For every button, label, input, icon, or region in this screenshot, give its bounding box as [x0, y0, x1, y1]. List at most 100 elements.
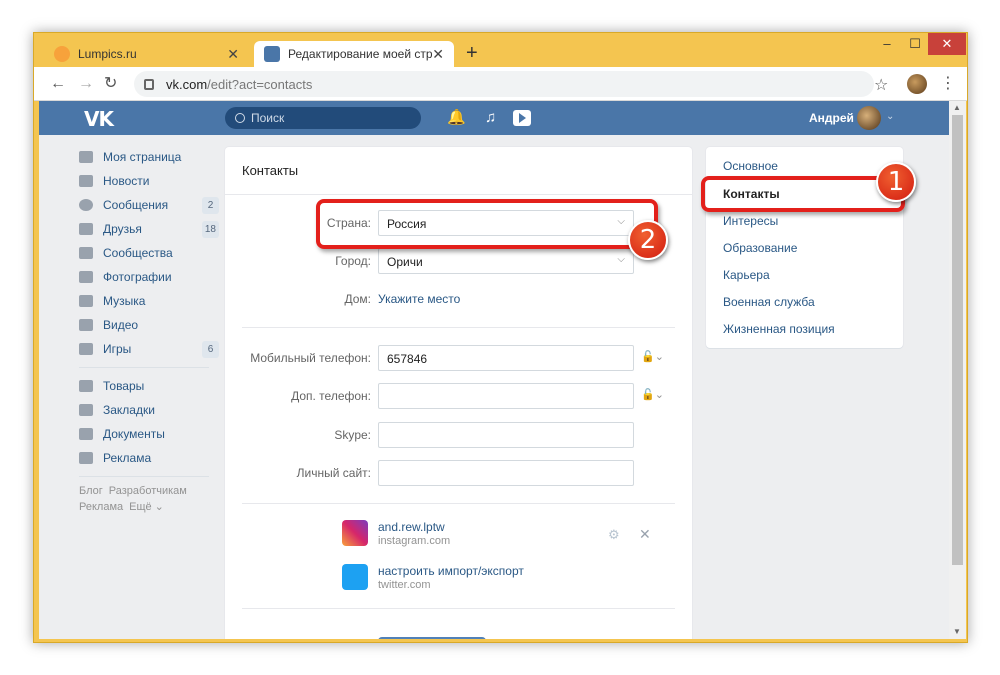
menu-item-education[interactable]: Образование	[723, 241, 797, 255]
city-select[interactable]: Оричи ⌵	[378, 248, 634, 274]
highlight-contacts	[701, 176, 905, 212]
sidebar-item-label: Сообщения	[103, 198, 169, 212]
menu-item-life-position[interactable]: Жизненная позиция	[723, 322, 835, 336]
mobile-label: Мобильный телефон:	[250, 351, 371, 365]
extra-phone-row: Доп. телефон: 🔓⌄	[225, 383, 692, 409]
sidebar-item-messages[interactable]: Сообщения 2	[79, 193, 219, 217]
sidebar-item-music[interactable]: Музыка	[79, 289, 219, 313]
count-badge: 18	[201, 221, 219, 238]
save-button[interactable]	[378, 637, 486, 639]
home-link[interactable]: Укажите место	[378, 292, 460, 306]
new-tab-button[interactable]: +	[466, 43, 478, 63]
menu-item-career[interactable]: Карьера	[723, 268, 770, 282]
tab-lumpics[interactable]: Lumpics.ru ✕	[44, 41, 249, 67]
menu-item-main[interactable]: Основное	[723, 159, 778, 173]
sidebar-item-label: Сообщества	[103, 246, 173, 260]
sidebar-item-photos[interactable]: Фотографии	[79, 265, 219, 289]
music-note-icon[interactable]: ♫	[485, 109, 496, 127]
vertical-scrollbar[interactable]: ▲ ▼	[949, 101, 966, 639]
close-tab-icon[interactable]: ✕	[432, 46, 444, 63]
maximize-button[interactable]: ☐	[902, 33, 928, 55]
minimize-button[interactable]: ‒	[874, 33, 900, 55]
privacy-lock-icon[interactable]: 🔓⌄	[641, 350, 664, 363]
scroll-up-icon[interactable]: ▲	[953, 103, 961, 112]
vk-header: VK Поиск 🔔 ♫ Андрей ⌄	[39, 101, 949, 135]
sidebar-item-ads[interactable]: Реклама	[79, 446, 219, 470]
profile-avatar[interactable]	[907, 74, 927, 94]
step-badge-1: 1	[876, 162, 916, 202]
footer-link-developers[interactable]: Разработчикам	[109, 485, 187, 497]
vk-logo[interactable]: VK	[84, 107, 114, 131]
chevron-down-icon: ⌵	[617, 254, 625, 265]
sidebar-item-video[interactable]: Видео	[79, 313, 219, 337]
group-icon	[79, 247, 93, 259]
sidebar-item-games[interactable]: Игры 6	[79, 337, 219, 361]
scroll-down-icon[interactable]: ▼	[953, 627, 961, 636]
sidebar-item-my-page[interactable]: Моя страница	[79, 145, 219, 169]
mobile-phone-field[interactable]: 657846	[378, 345, 634, 371]
mobile-value: 657846	[387, 352, 428, 366]
extra-phone-label: Доп. телефон:	[291, 389, 371, 403]
menu-item-interests[interactable]: Интересы	[723, 214, 778, 228]
notifications-bell-icon[interactable]: 🔔	[447, 109, 466, 127]
home-row: Дом: Укажите место	[225, 286, 692, 312]
site-field[interactable]	[378, 460, 634, 486]
message-icon	[79, 199, 93, 211]
sidebar-item-label: Видео	[103, 318, 139, 332]
menu-item-military[interactable]: Военная служба	[723, 295, 815, 309]
divider	[242, 503, 675, 504]
chevron-down-icon[interactable]: ⌄	[886, 111, 894, 122]
sidebar-item-goods[interactable]: Товары	[79, 374, 219, 398]
sidebar-item-label: Фотографии	[103, 270, 172, 284]
footer-link-more[interactable]: Ещё ⌄	[129, 501, 164, 513]
footer-link-blog[interactable]: Блог	[79, 485, 103, 497]
sidebar-item-label: Товары	[103, 379, 145, 393]
settings-gear-icon[interactable]: ⚙	[608, 527, 620, 543]
instagram-icon	[342, 520, 368, 546]
search-placeholder: Поиск	[251, 111, 285, 125]
twitter-import-link[interactable]: настроить импорт/экспорт	[378, 564, 524, 578]
url-path: /edit?act=contacts	[207, 76, 313, 92]
url-field[interactable]: vk.com /edit?act=contacts	[134, 71, 874, 97]
bookmark-star-icon[interactable]: ☆	[874, 75, 888, 95]
sidebar-item-communities[interactable]: Сообщества	[79, 241, 219, 265]
mobile-row: Мобильный телефон: 657846 🔓⌄	[225, 345, 692, 371]
lumpics-favicon-icon	[54, 46, 70, 62]
divider	[242, 327, 675, 328]
gamepad-icon	[79, 343, 93, 355]
shopping-bag-icon	[79, 380, 93, 392]
sidebar-item-label: Документы	[103, 427, 165, 441]
menu-kebab-icon[interactable]: ⋮	[940, 73, 956, 93]
privacy-lock-icon[interactable]: 🔓⌄	[641, 388, 664, 401]
sidebar-item-label: Новости	[103, 174, 150, 188]
extra-phone-field[interactable]	[378, 383, 634, 409]
back-arrow-icon[interactable]: ←	[50, 74, 66, 94]
close-tab-icon[interactable]: ✕	[227, 46, 239, 63]
twitter-icon	[342, 564, 368, 590]
scroll-thumb[interactable]	[952, 115, 963, 565]
footer-link-ads[interactable]: Реклама	[79, 501, 123, 513]
forward-arrow-icon[interactable]: →	[78, 74, 94, 94]
close-window-button[interactable]: ✕	[928, 33, 966, 55]
instagram-account[interactable]: and.rew.lptw	[378, 520, 445, 534]
sidebar-item-label: Моя страница	[103, 150, 182, 164]
sidebar-item-friends[interactable]: Друзья 18	[79, 217, 219, 241]
sidebar-footer: Блог Разработчикам Реклама Ещё ⌄	[79, 483, 219, 515]
user-avatar[interactable]	[857, 106, 881, 130]
twitter-domain: twitter.com	[378, 579, 431, 591]
count-badge: 2	[202, 197, 219, 214]
divider	[79, 367, 209, 368]
close-icon[interactable]: ✕	[639, 526, 651, 543]
sidebar-item-documents[interactable]: Документы	[79, 422, 219, 446]
friend-icon	[79, 223, 93, 235]
search-input[interactable]: Поиск	[225, 107, 421, 129]
skype-field[interactable]	[378, 422, 634, 448]
home-label: Дом:	[344, 292, 371, 306]
tab-vk-edit[interactable]: Редактирование моей страниц ✕	[254, 41, 454, 67]
user-name[interactable]: Андрей	[809, 111, 854, 125]
sidebar-item-bookmarks[interactable]: Закладки	[79, 398, 219, 422]
url-host: vk.com	[166, 76, 208, 92]
play-icon[interactable]	[513, 110, 531, 126]
sidebar-item-news[interactable]: Новости	[79, 169, 219, 193]
reload-icon[interactable]: ↻	[104, 74, 117, 94]
